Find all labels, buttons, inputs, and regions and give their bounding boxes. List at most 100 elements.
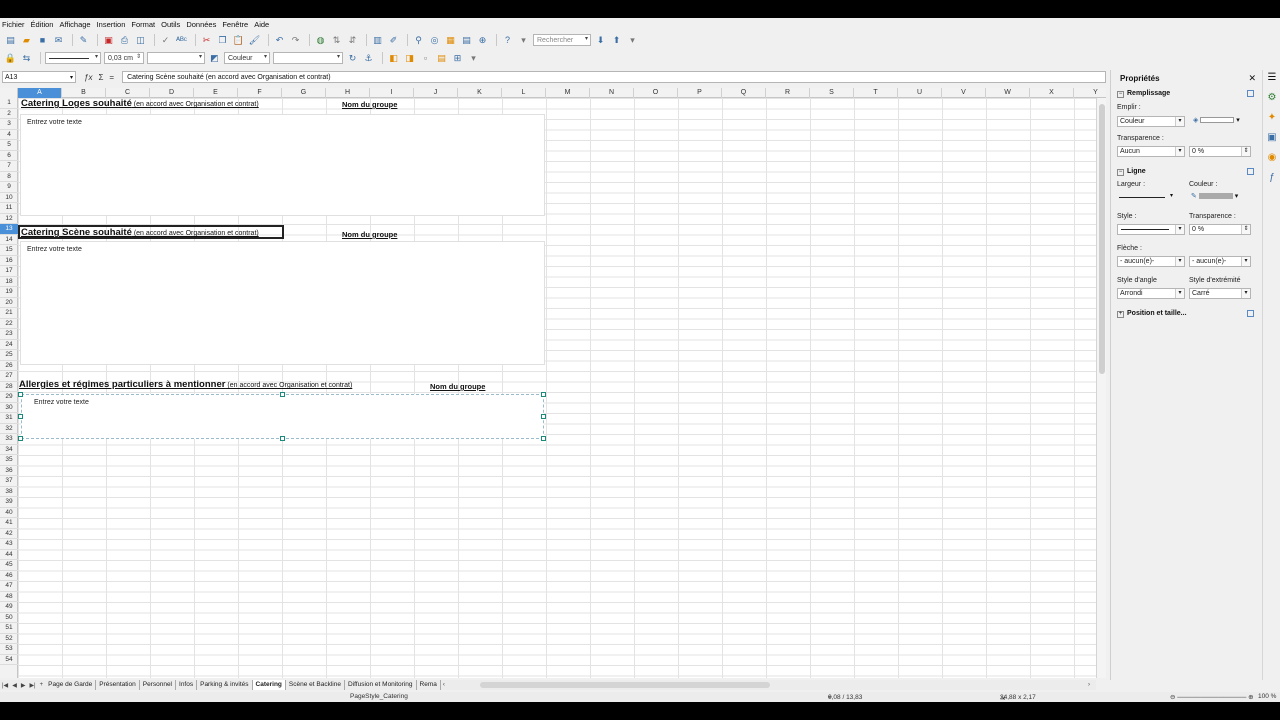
row-header[interactable]: 27 [0, 371, 18, 382]
chevron-down-icon[interactable]: ▾ [337, 53, 340, 60]
row-header[interactable]: 8 [0, 172, 18, 182]
section-title-scene[interactable]: Catering Scène souhaité (en accord avec … [21, 227, 259, 238]
menu-item[interactable]: Format [131, 20, 155, 29]
chevron-down-icon[interactable]: ▾ [199, 53, 202, 60]
chevron-down-icon[interactable]: ▾ [70, 74, 73, 81]
sheet-tab[interactable]: Page de Garde [45, 680, 97, 690]
undo-icon[interactable]: ↶ [273, 34, 286, 47]
column-header[interactable]: Q [722, 88, 766, 98]
to-background-icon[interactable]: ▫ [419, 52, 432, 65]
row-header[interactable]: 33 [0, 434, 18, 445]
previous-sheet-icon[interactable]: ◀ [12, 682, 17, 689]
fill-section-header[interactable]: − Remplissage [1117, 90, 1170, 98]
chevron-down-icon[interactable]: ▾ [264, 53, 267, 60]
row-header[interactable]: 45 [0, 560, 18, 571]
function-wizard-icon[interactable]: ƒx [84, 73, 92, 82]
row-header[interactable]: 47 [0, 581, 18, 592]
area-icon[interactable]: ◩ [208, 52, 221, 65]
menu-item[interactable]: Édition [31, 20, 54, 29]
arrow-end-select[interactable]: - aucun(e)- ▾ [1189, 256, 1251, 267]
column-header[interactable]: I [370, 88, 414, 98]
row-header[interactable]: 28 [0, 382, 18, 392]
line-style-select[interactable]: ▾ [45, 52, 101, 64]
sheet-tab[interactable]: Scène et Backline [286, 680, 345, 690]
sheet-tab[interactable]: Rema [417, 680, 441, 690]
find-next-icon[interactable]: ⬇ [594, 34, 607, 47]
menu-item[interactable]: Données [186, 20, 216, 29]
formula-equals-icon[interactable]: = [109, 73, 114, 82]
row-header[interactable]: 31 [0, 413, 18, 424]
next-sheet-icon[interactable]: ▶ [21, 682, 26, 689]
row-header[interactable]: 23 [0, 329, 18, 340]
rotate-icon[interactable]: ↻ [346, 52, 359, 65]
row-header[interactable]: 11 [0, 203, 18, 214]
column-header[interactable]: T [854, 88, 898, 98]
name-box[interactable]: A13 ▾ [2, 71, 76, 83]
column-header[interactable]: M [546, 88, 590, 98]
line-section-header[interactable]: − Ligne [1117, 168, 1146, 176]
draw-functions-icon[interactable]: ✐ [387, 34, 400, 47]
row-header[interactable]: 9 [0, 182, 18, 193]
text-box-loges[interactable]: Entrez votre texte [20, 114, 545, 216]
line-color-picker[interactable]: ✎ ▾ [1191, 192, 1251, 203]
edit-mode-icon[interactable]: ✎ [77, 34, 90, 47]
column-header[interactable]: G [282, 88, 326, 98]
more-options-icon[interactable] [1247, 168, 1254, 175]
row-header[interactable]: 13 [0, 224, 18, 235]
line-transparency-field[interactable]: 0 % ⇕ [1189, 224, 1251, 235]
resize-handle[interactable] [280, 436, 285, 441]
column-header[interactable]: F [238, 88, 282, 98]
insert-chart-icon[interactable]: ▥ [371, 34, 384, 47]
first-sheet-icon[interactable]: |◀ [2, 682, 8, 689]
resize-handle[interactable] [541, 436, 546, 441]
column-header[interactable]: R [766, 88, 810, 98]
resize-handle[interactable] [18, 436, 23, 441]
row-header[interactable]: 12 [0, 214, 18, 224]
chevron-down-icon[interactable]: ▾ [1235, 193, 1239, 200]
column-header[interactable]: D [150, 88, 194, 98]
functions-deck-icon[interactable]: ƒ [1266, 172, 1278, 184]
column-header[interactable]: L [502, 88, 546, 98]
row-header[interactable]: 3 [0, 119, 18, 130]
gallery-icon[interactable]: ▦ [444, 34, 457, 47]
row-header[interactable]: 6 [0, 151, 18, 161]
zoom-icon[interactable]: ⊕ [476, 34, 489, 47]
menu-item[interactable]: Aide [254, 20, 269, 29]
section-title-allergies[interactable]: Allergies et régimes particuliers à ment… [19, 379, 352, 390]
row-header[interactable]: 50 [0, 613, 18, 623]
row-header[interactable]: 40 [0, 508, 18, 518]
arrow-start-select[interactable]: - aucun(e)- ▾ [1117, 256, 1185, 267]
text-box-scene[interactable]: Entrez votre texte [20, 241, 545, 365]
search-input[interactable]: Rechercher ▾ [533, 34, 591, 46]
row-header[interactable]: 20 [0, 298, 18, 308]
column-header[interactable]: K [458, 88, 502, 98]
chevron-down-icon[interactable]: ▾ [1236, 117, 1240, 124]
paste-icon[interactable]: 📋 [232, 34, 245, 47]
auto-spellcheck-icon[interactable]: ᴬᴮᶜ [175, 34, 188, 47]
row-header[interactable]: 54 [0, 655, 18, 665]
spinner-icon[interactable]: ⇕ [1241, 225, 1250, 234]
menu-item[interactable]: Outils [161, 20, 180, 29]
email-icon[interactable]: ✉ [52, 34, 65, 47]
chevron-down-icon[interactable]: ▾ [1241, 289, 1250, 298]
export-pdf-icon[interactable]: ▣ [102, 34, 115, 47]
line-color-select[interactable]: ▾ [147, 52, 205, 64]
column-header[interactable]: J [414, 88, 458, 98]
row-header[interactable]: 1 [0, 98, 18, 109]
sheet-tab[interactable]: Présentation [96, 680, 140, 690]
row-header[interactable]: 43 [0, 539, 18, 550]
resize-handle[interactable] [280, 392, 285, 397]
row-header[interactable]: 21 [0, 308, 18, 319]
chevron-down-icon[interactable]: ▾ [1175, 289, 1184, 298]
row-header[interactable]: 26 [0, 361, 18, 371]
collapse-icon[interactable]: − [1117, 91, 1124, 98]
column-header[interactable]: E [194, 88, 238, 98]
column-header[interactable]: C [106, 88, 150, 98]
line-arrow-style-icon[interactable]: ⇆ [20, 52, 33, 65]
column-header[interactable]: S [810, 88, 854, 98]
position-section-header[interactable]: + Position et taille... [1117, 310, 1187, 318]
horizontal-scrollbar[interactable] [480, 682, 770, 688]
row-header[interactable]: 41 [0, 518, 18, 529]
section-title-loges[interactable]: Catering Loges souhaité (en accord avec … [21, 98, 259, 109]
row-header[interactable]: 17 [0, 266, 18, 277]
